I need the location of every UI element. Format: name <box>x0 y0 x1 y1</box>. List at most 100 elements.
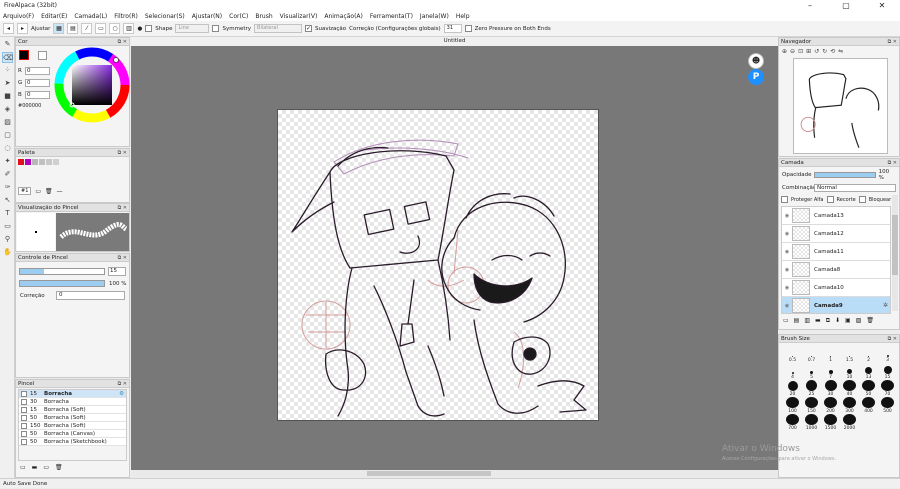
layer-row[interactable]: ◉ Camada8 <box>782 261 890 279</box>
menu-help[interactable]: Help <box>456 13 470 20</box>
visibility-icon[interactable]: ◉ <box>782 285 792 291</box>
brush-size-option[interactable]: 150 <box>802 397 821 414</box>
menu-animacao[interactable]: Animação(A) <box>324 13 363 20</box>
menu-arquivo[interactable]: Arquivo(F) <box>3 13 34 20</box>
correcao-select[interactable]: 31 <box>443 24 462 33</box>
brush-size-option[interactable]: 7 <box>821 363 840 380</box>
zoom-in-icon[interactable]: ⊕ <box>782 48 787 55</box>
fill-rect-tool-icon[interactable]: ■ <box>2 91 13 102</box>
brush-size-option[interactable]: 30 <box>821 380 840 397</box>
lasso-tool-icon[interactable]: ◌ <box>2 143 13 154</box>
palette-menu-icon[interactable]: — <box>57 188 63 195</box>
brush-size-option[interactable]: 400 <box>859 397 878 414</box>
brush-size-option[interactable]: 1000 <box>802 414 821 431</box>
zero-pressure-checkbox[interactable] <box>464 25 472 32</box>
brush-size-option[interactable]: 1 <box>821 346 840 363</box>
clipping-checkbox[interactable] <box>826 196 834 203</box>
brush-size-option[interactable]: 1500 <box>821 414 840 431</box>
menu-brush[interactable]: Brush <box>255 13 272 20</box>
palette-add-icon[interactable]: ▭ <box>35 188 41 195</box>
minimize-button[interactable]: – <box>792 0 828 11</box>
g-input[interactable]: 0 <box>25 79 50 87</box>
new-folder-icon[interactable]: ▬ <box>815 317 821 325</box>
palette-swatch-gray[interactable] <box>32 159 38 165</box>
layer-scrollbar[interactable] <box>892 195 898 311</box>
palette-swatch-gray[interactable] <box>53 159 59 165</box>
brush-item[interactable]: 30 Borracha <box>19 398 126 406</box>
brush-mode-5-icon[interactable]: ○ <box>109 23 121 34</box>
brush-size-option[interactable]: 10 <box>840 363 859 380</box>
p-logo-icon[interactable]: P <box>748 69 764 85</box>
rotate-right-icon[interactable]: ↻ <box>822 48 827 55</box>
menu-ajustar[interactable]: Ajustar(N) <box>192 13 222 20</box>
brush-item[interactable]: 50 Borracha (Sketchbook) <box>19 438 126 446</box>
symmetry-checkbox[interactable] <box>212 25 220 32</box>
select-rect-tool-icon[interactable]: ▢ <box>2 130 13 141</box>
palette-swatch-red[interactable] <box>18 159 24 165</box>
select-pen-tool-icon[interactable]: ✐ <box>2 169 13 180</box>
pen-tool-icon[interactable]: ✎ <box>2 39 13 50</box>
palette-swatch-gray[interactable] <box>39 159 45 165</box>
palette-swatch-gray[interactable] <box>46 159 52 165</box>
frame-tool-icon[interactable]: ▭ <box>2 221 13 232</box>
brush-size-option[interactable]: 13 <box>859 363 878 380</box>
layer-row[interactable]: ◉ Camada11 <box>782 243 890 261</box>
lock-checkbox[interactable] <box>858 196 866 203</box>
brush-size-option[interactable]: 50 <box>859 380 878 397</box>
clear-layer-icon[interactable]: ▣ <box>845 317 851 325</box>
rotate-left-icon[interactable]: ↺ <box>814 48 819 55</box>
horizontal-scrollbar-thumb[interactable] <box>367 471 491 476</box>
r-input[interactable]: 0 <box>25 67 50 75</box>
palette-index-select[interactable]: #1 <box>18 187 32 195</box>
brush-size-option[interactable]: 3 <box>878 346 897 363</box>
panel-pin-icon[interactable]: ⧉ ✕ <box>888 39 897 45</box>
brush-size-option[interactable]: 2000 <box>840 414 859 431</box>
brush-size-option[interactable]: 15 <box>878 363 897 380</box>
duplicate-layer-icon[interactable]: ⧉ <box>826 317 830 325</box>
symmetry-select[interactable]: Bilateral <box>254 24 303 33</box>
redo-icon[interactable]: ▸ <box>17 23 28 34</box>
eyedropper-tool-icon[interactable]: ⚲ <box>2 234 13 245</box>
panel-pin-icon[interactable]: ⧉ ✕ <box>118 381 127 387</box>
layer-opacity-slider[interactable] <box>813 172 876 178</box>
brush-size-option[interactable]: 0.7 <box>802 346 821 363</box>
correcao-select[interactable]: 0 <box>56 291 125 300</box>
bucket-tool-icon[interactable]: ◈ <box>2 104 13 115</box>
brush-mode-1-icon[interactable]: ▦ <box>53 23 65 34</box>
brush-size-option[interactable]: 100 <box>783 397 802 414</box>
brush-size-option[interactable]: 1.5 <box>840 346 859 363</box>
maximize-button[interactable]: ▢ <box>828 0 864 11</box>
layer-row[interactable]: ◉ Camada10 <box>782 279 890 297</box>
menu-editar[interactable]: Editar(E) <box>41 13 67 20</box>
brush-size-option[interactable]: 200 <box>821 397 840 414</box>
brush-mode-3-icon[interactable]: ⁄ <box>81 23 93 34</box>
menu-ferramenta[interactable]: Ferramenta(T) <box>370 13 413 20</box>
navigator-thumbnail[interactable] <box>793 58 888 154</box>
merge-down-icon[interactable]: ⬇ <box>835 317 840 325</box>
brush-size-option[interactable]: 5 <box>802 363 821 380</box>
select-eraser-tool-icon[interactable]: ✑ <box>2 182 13 193</box>
zoom-fit-icon[interactable]: ⊡ <box>798 48 803 55</box>
panel-pin-icon[interactable]: ⧉ ✕ <box>888 336 897 342</box>
panel-pin-icon[interactable]: ⧉ ✕ <box>118 150 127 156</box>
brush-size-option[interactable]: 20 <box>783 380 802 397</box>
brush-item[interactable]: 50 Borracha (Canvas) <box>19 430 126 438</box>
menu-visualizar[interactable]: Visualizar(V) <box>280 13 318 20</box>
layer-row[interactable]: ◉ Camada13 <box>782 207 890 225</box>
visibility-icon[interactable]: ◉ <box>782 249 792 255</box>
color-wheel[interactable] <box>54 47 130 123</box>
move-tool-icon[interactable]: ➤ <box>2 78 13 89</box>
new-layer-1bit-icon[interactable]: ▥ <box>804 317 810 325</box>
community-icon[interactable]: ☻ <box>748 53 764 69</box>
menu-cor[interactable]: Cor(C) <box>229 13 248 20</box>
visibility-icon[interactable]: ◉ <box>782 267 792 273</box>
add-brush-icon[interactable]: ▭ <box>20 464 26 471</box>
panel-pin-icon[interactable]: ⧉ ✕ <box>118 39 127 45</box>
magic-wand-tool-icon[interactable]: ✦ <box>2 156 13 167</box>
hand-tool-icon[interactable]: ✋ <box>2 247 13 258</box>
menu-janela[interactable]: Janela(W) <box>420 13 449 20</box>
brush-size-option[interactable]: 40 <box>840 380 859 397</box>
document-tab[interactable]: Untitled <box>131 37 778 46</box>
layer-row[interactable]: ◉ Camada12 <box>782 225 890 243</box>
new-layer-icon[interactable]: ▭ <box>783 317 789 325</box>
